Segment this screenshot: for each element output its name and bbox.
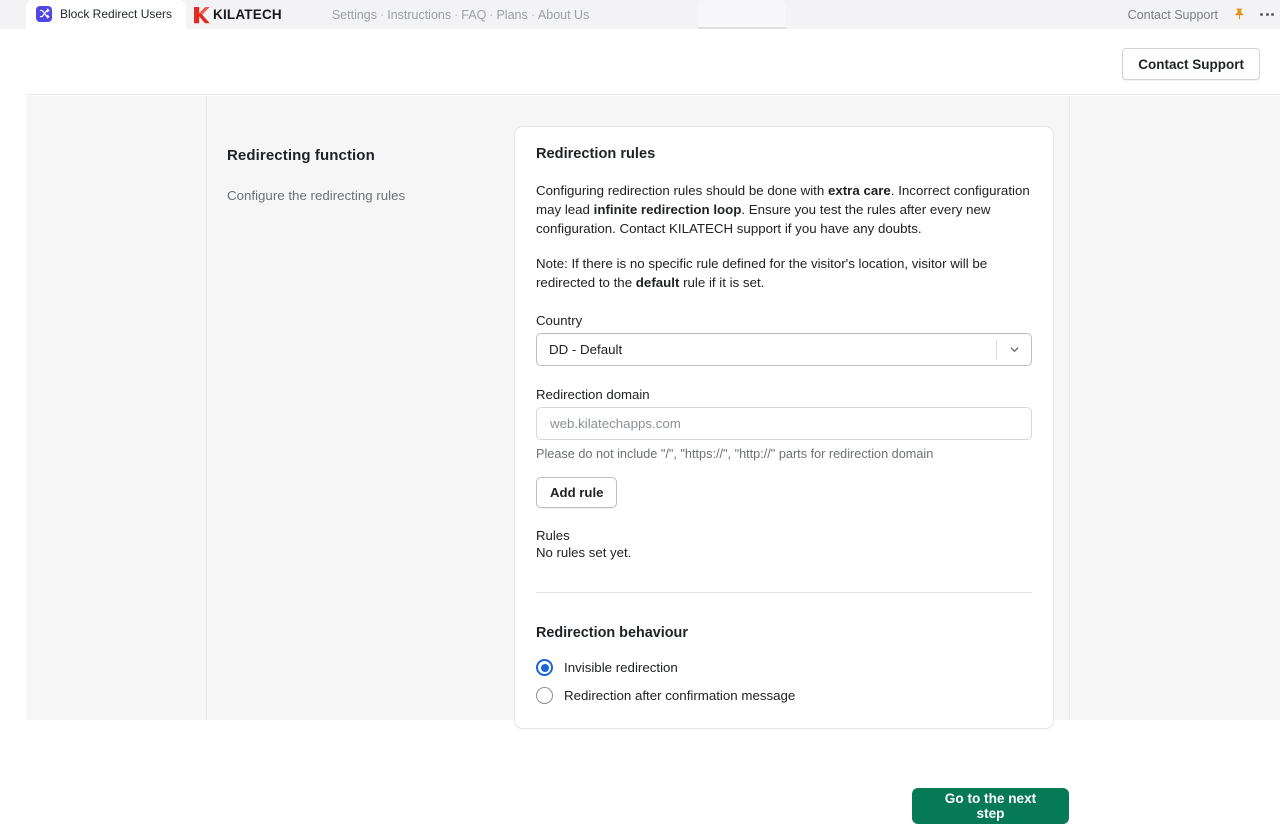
country-label: Country	[536, 313, 583, 329]
section-descriptor: Redirecting function Configure the redir…	[227, 147, 502, 206]
ellipsis-icon[interactable]	[1260, 13, 1274, 16]
section-subtitle: Configure the redirecting rules	[227, 188, 406, 203]
country-select[interactable]: DD - Default	[536, 333, 1032, 367]
country-field: Country DD - Default	[536, 313, 1032, 367]
redirection-domain-field: Redirection domain Please do not include…	[536, 387, 1032, 461]
page-gutter-right	[1071, 96, 1280, 720]
redirection-domain-label: Redirection domain	[536, 387, 650, 403]
tab-strip: Block Redirect Users U	[0, 0, 1280, 29]
shuffle-icon	[36, 5, 52, 22]
rules-empty-message: No rules set yet.	[536, 545, 632, 561]
country-selected-value: DD - Default	[549, 342, 623, 358]
browser-tab-active[interactable]: Block Redirect Users U	[26, 0, 186, 29]
redirection-behaviour-title: Redirection behaviour	[536, 625, 688, 642]
rules-label: Rules	[536, 528, 570, 544]
contact-support-button[interactable]: Contact Support	[1122, 48, 1260, 80]
browser-chrome: Block Redirect Users U KILATECH Settings…	[0, 0, 1280, 29]
browser-tab-title: Block Redirect Users U	[60, 6, 176, 21]
radio-invisible-redirection-label: Invisible redirection	[564, 660, 678, 676]
dot	[1265, 13, 1269, 16]
note-emphasis-default: default	[635, 274, 680, 290]
card-paragraph-warning: Configuring redirection rules should be …	[536, 182, 1032, 239]
add-rule-button[interactable]: Add rule	[536, 477, 618, 509]
dot	[1260, 13, 1263, 16]
note-text-part2: rule if it is set.	[679, 274, 765, 290]
warning-emphasis-loop: infinite redirection loop	[593, 201, 742, 217]
section-title: Redirecting function	[227, 147, 375, 164]
card-paragraph-note: Note: If there is no specific rule defin…	[536, 255, 1032, 293]
app-subheader: Contact Support	[26, 29, 1280, 95]
go-to-next-step-button[interactable]: Go to the next step	[912, 788, 1069, 824]
header-contact-support-link[interactable]: Contact Support	[1128, 8, 1218, 22]
warning-emphasis-extra-care: extra care	[827, 183, 891, 198]
header-right-cluster: Contact Support	[1128, 0, 1274, 29]
chevron-down-icon	[996, 334, 1021, 365]
dot	[1271, 13, 1274, 16]
warning-text-part1: Configuring redirection rules should be …	[536, 183, 828, 198]
redirection-behaviour-section: Redirection behaviour Invisible redirect…	[536, 625, 1032, 705]
redirection-rules-card: Redirection rules Configuring redirectio…	[514, 126, 1054, 730]
select-divider	[996, 340, 997, 360]
radio-invisible-redirection[interactable]: Invisible redirection	[536, 659, 1032, 677]
redirection-domain-input[interactable]	[548, 415, 1020, 433]
page-gutter-left	[26, 96, 206, 720]
redirection-domain-input-wrapper[interactable]	[536, 407, 1032, 441]
page-body: Contact Support Redirecting function Con…	[0, 29, 1280, 824]
card-title: Redirection rules	[536, 146, 656, 162]
card-divider	[536, 592, 1032, 594]
radio-button-icon-unselected[interactable]	[536, 687, 553, 705]
radio-button-icon-selected[interactable]	[536, 659, 553, 677]
redirection-domain-help: Please do not include "/", "https://", "…	[536, 447, 934, 462]
browser-tab-secondary[interactable]	[698, 0, 786, 29]
pin-icon[interactable]	[1232, 7, 1246, 22]
radio-confirmation-redirection[interactable]: Redirection after confirmation message	[536, 687, 1032, 705]
radio-confirmation-redirection-label: Redirection after confirmation message	[564, 688, 796, 704]
rules-list: Rules No rules set yet.	[536, 528, 1032, 560]
settings-content: Redirecting function Configure the redir…	[206, 96, 1070, 824]
